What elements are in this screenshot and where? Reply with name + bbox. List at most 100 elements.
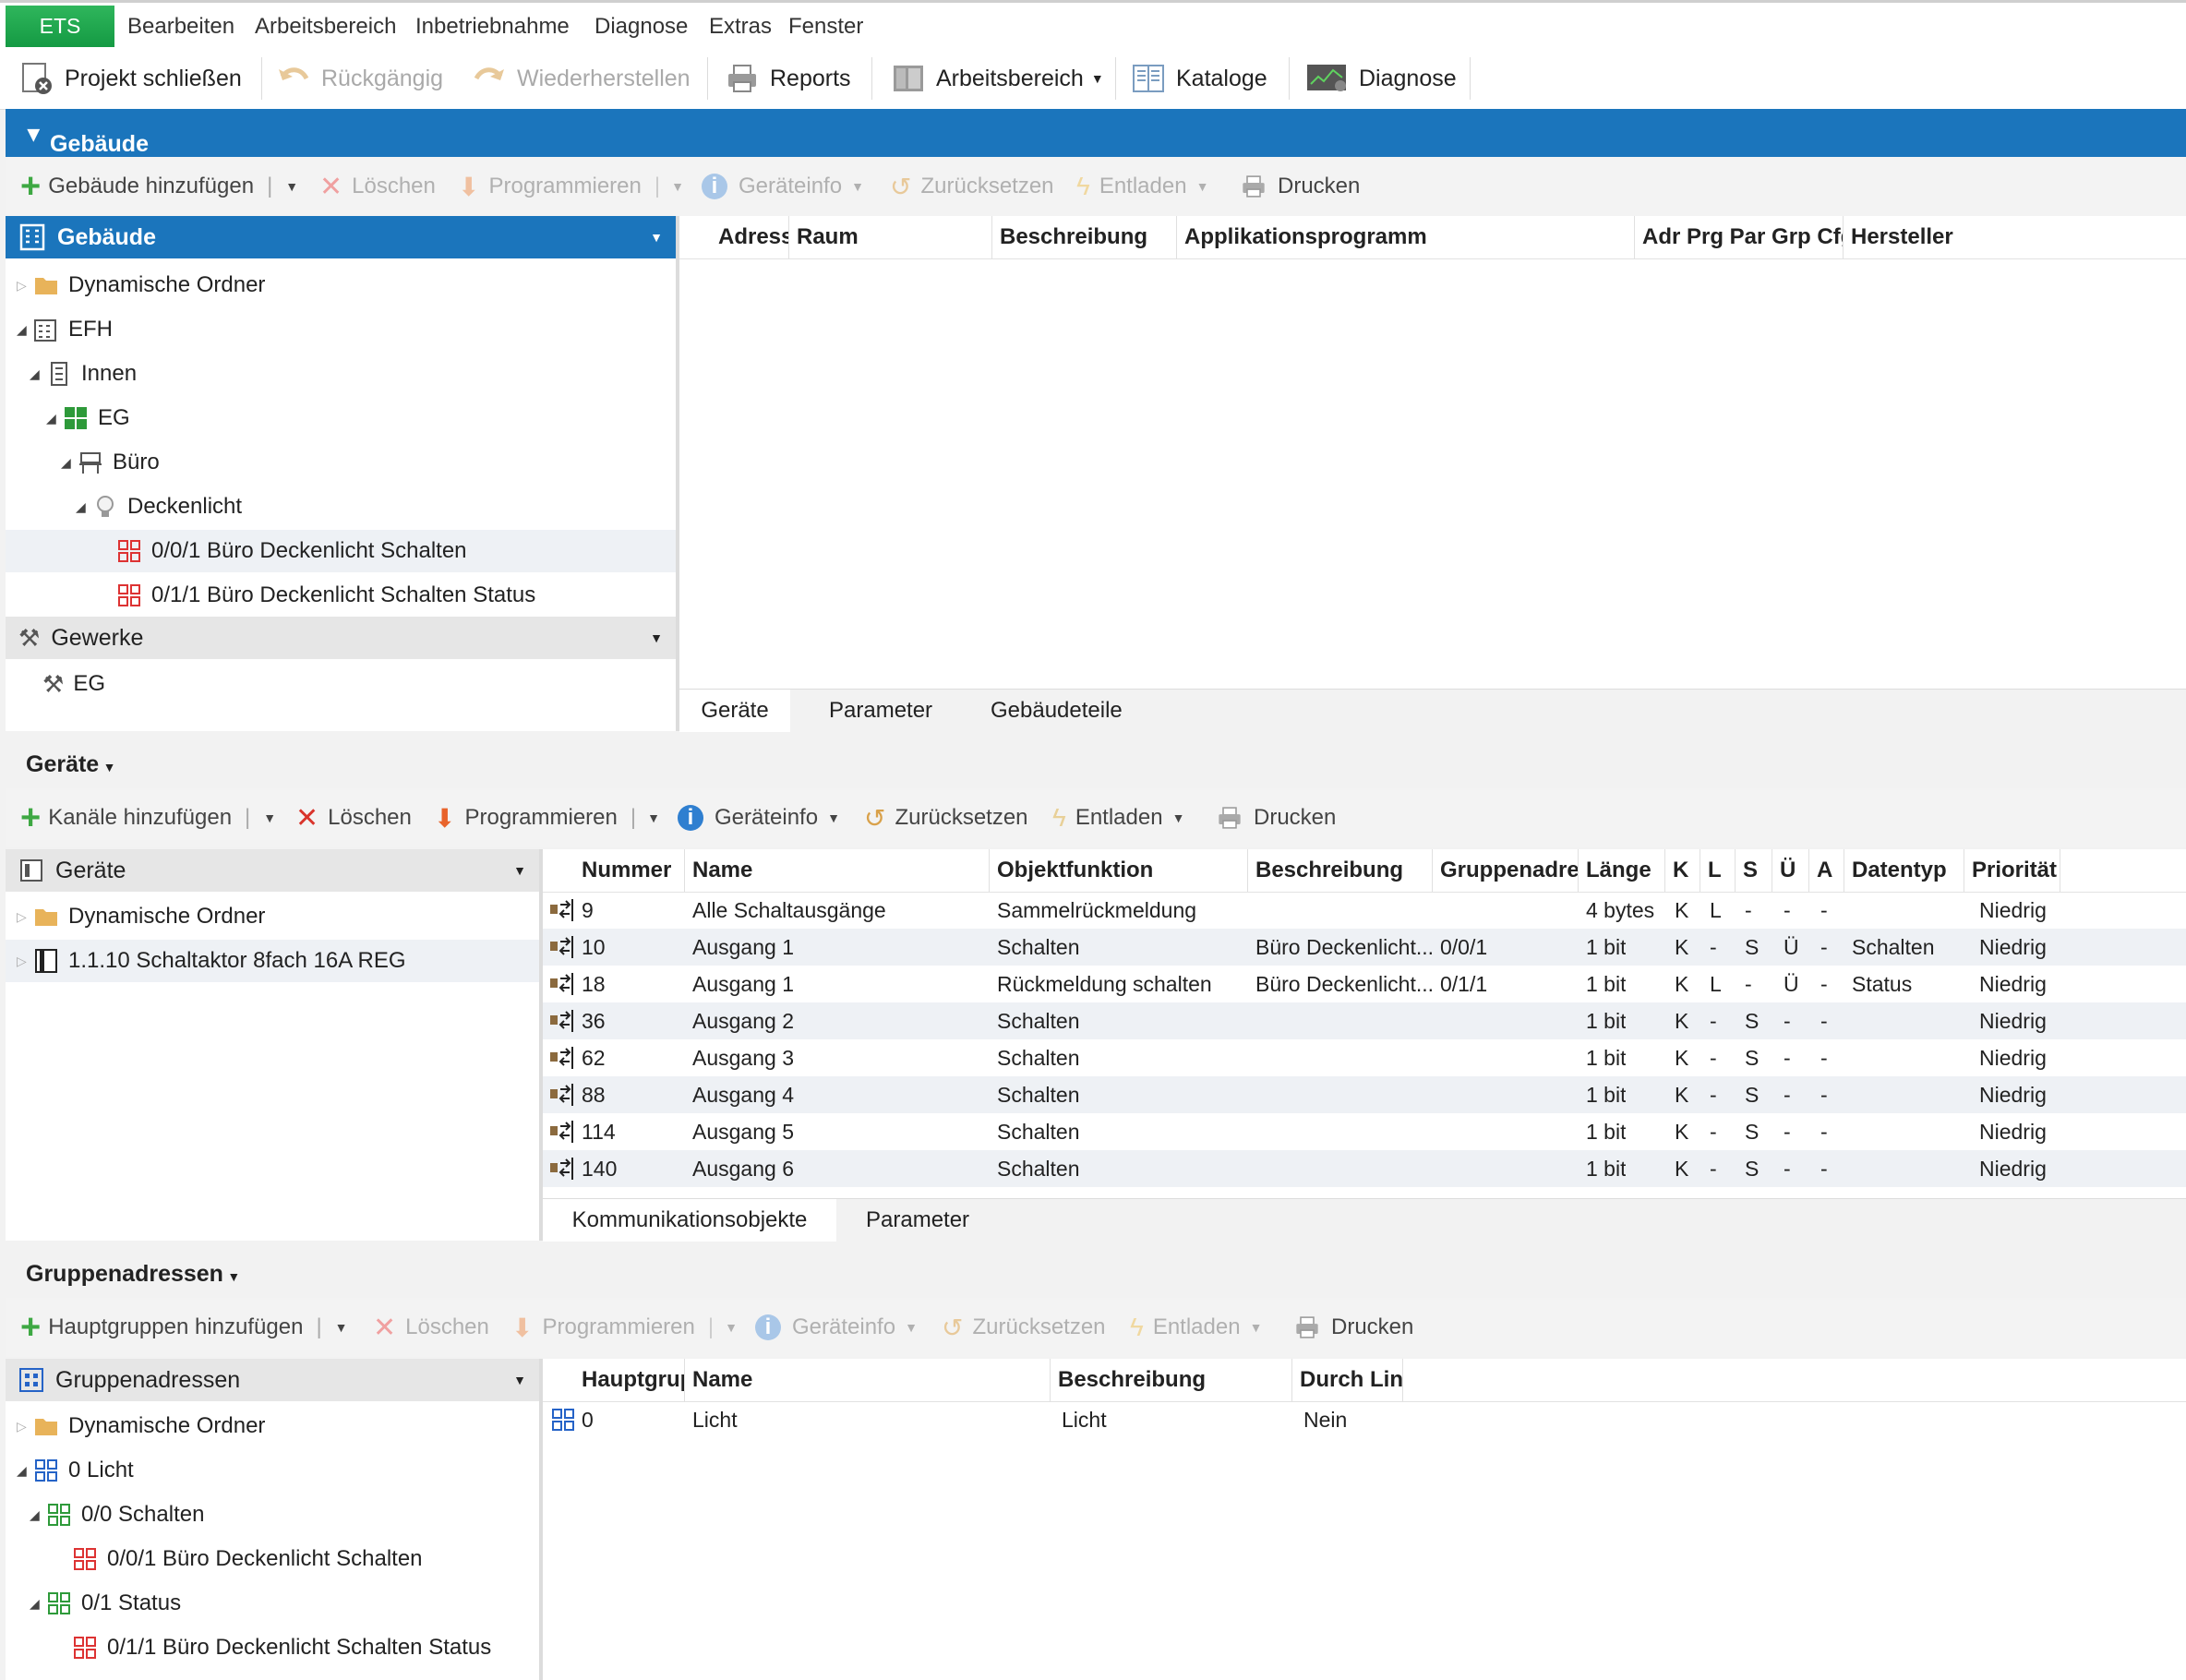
building-tree-header[interactable]: Gebäude ▼ <box>6 216 676 258</box>
column-header-number[interactable]: Nummer <box>574 849 685 892</box>
menu-extras[interactable]: Extras <box>709 14 772 40</box>
column-header-status-flags[interactable]: Adr Prg Par Grp Cfg <box>1635 216 1844 258</box>
tree-item-trade-eg[interactable]: ⚒ EG <box>42 663 105 705</box>
chevron-down-icon[interactable]: ▼ <box>650 630 663 645</box>
column-header-description[interactable]: Beschreibung <box>1051 1359 1292 1401</box>
menu-arbeitsbereich[interactable]: Arbeitsbereich <box>255 14 396 40</box>
program-button[interactable]: ⬇ Programmieren | ▼ <box>511 1298 738 1357</box>
print-button[interactable]: Drucken <box>1215 788 1336 847</box>
table-row[interactable]: 62 Ausgang 3 Schalten 1 bit K - S - - Niedrig <box>543 1039 2186 1076</box>
table-row[interactable]: 18 Ausgang 1 Rückmeldung schalten Büro Deck… <box>543 966 2186 1002</box>
column-header-room[interactable]: Raum <box>789 216 992 258</box>
add-channels-button[interactable]: + Kanäle hinzufügen | ▼ <box>20 788 276 847</box>
tree-item-device-1-1-10[interactable]: ▷ 1.1.10 Schaltaktor 8fach 16A REG <box>6 940 539 982</box>
column-header-flag-l[interactable]: L <box>1700 849 1736 892</box>
reports-button[interactable]: Reports <box>726 48 851 109</box>
tree-item-ga-001[interactable]: 0/0/1 Büro Deckenlicht Schalten <box>6 530 676 572</box>
add-main-groups-button[interactable]: + Hauptgruppen hinzufügen | ▼ <box>20 1298 348 1357</box>
catalogs-button[interactable]: Kataloge <box>1132 48 1267 109</box>
column-header-name[interactable]: Name <box>685 1359 1051 1401</box>
tree-item-efh[interactable]: ◢ EFH <box>17 308 113 351</box>
tree-item-dynamic-folders[interactable]: ▷ Dynamische Ordner <box>17 895 265 938</box>
column-header-datatype[interactable]: Datentyp <box>1844 849 1964 892</box>
chevron-down-icon[interactable]: ▼ <box>647 810 660 825</box>
unload-button[interactable]: ϟ Entladen ▼ <box>1076 157 1208 216</box>
delete-button[interactable]: ✕ Löschen <box>295 788 412 847</box>
chevron-down-icon[interactable]: ▼ <box>725 1320 738 1335</box>
column-header-description[interactable]: Beschreibung <box>992 216 1177 258</box>
column-header-main-group[interactable]: Hauptgruppe <box>574 1359 685 1401</box>
tree-item-ga-011[interactable]: 0/1/1 Büro Deckenlicht Schalten Status <box>72 1626 491 1669</box>
ga-section-title[interactable]: Gruppenadressen ▼ <box>26 1261 240 1288</box>
program-button[interactable]: ⬇ Programmieren | ▼ <box>458 157 684 216</box>
tab-building-parts[interactable]: Gebäudeteile <box>991 690 1123 732</box>
reset-button[interactable]: ↺ Zurücksetzen <box>942 1298 1106 1357</box>
reset-button[interactable]: ↺ Zurücksetzen <box>864 788 1028 847</box>
table-row[interactable]: 36 Ausgang 2 Schalten 1 bit K - S - - Niedrig <box>543 1002 2186 1039</box>
undo-button[interactable]: Rückgängig <box>277 48 443 109</box>
chevron-down-icon[interactable]: ▼ <box>263 810 276 825</box>
column-header-length[interactable]: Länge <box>1579 849 1665 892</box>
ga-tree-header[interactable]: Gruppenadressen ▼ <box>6 1359 539 1401</box>
delete-button[interactable]: ✕ Löschen <box>373 1298 489 1357</box>
tree-item-dynamic-folders[interactable]: ▷ Dynamische Ordner <box>17 264 265 306</box>
tree-item-middle-group-0-1[interactable]: ◢ 0/1 Status <box>30 1582 181 1625</box>
building-panel-header[interactable]: Gebäude ▾ <box>6 109 2186 157</box>
ets-menu-button[interactable]: ETS <box>6 6 114 47</box>
column-header-flag-s[interactable]: S <box>1736 849 1772 892</box>
device-info-button[interactable]: i Geräteinfo ▼ <box>702 157 864 216</box>
column-header-flag-k[interactable]: K <box>1665 849 1700 892</box>
table-row[interactable]: 0 Licht Licht Nein <box>543 1401 2186 1438</box>
workspace-button[interactable]: Arbeitsbereich ▼ <box>892 48 1104 109</box>
redo-button[interactable]: Wiederherstellen <box>473 48 691 109</box>
unload-button[interactable]: ϟ Entladen ▼ <box>1052 788 1184 847</box>
close-project-button[interactable]: Projekt schließen <box>20 48 242 109</box>
tree-item-main-group-0[interactable]: ◢ 0 Licht <box>17 1449 134 1492</box>
tree-item-buero[interactable]: ◢ Büro <box>61 441 160 484</box>
tab-parameter[interactable]: Parameter <box>829 690 932 732</box>
add-building-button[interactable]: + Gebäude hinzufügen | ▼ <box>20 157 298 216</box>
menu-diagnose[interactable]: Diagnose <box>595 14 688 40</box>
program-button[interactable]: ⬇ Programmieren | ▼ <box>434 788 660 847</box>
trades-header[interactable]: ⚒ Gewerke ▼ <box>6 617 676 659</box>
tree-item-ga-001[interactable]: 0/0/1 Büro Deckenlicht Schalten <box>72 1538 423 1580</box>
chevron-down-icon[interactable]: ▼ <box>671 179 684 194</box>
column-header-application[interactable]: Applikationsprogramm <box>1177 216 1635 258</box>
column-header-manufacturer[interactable]: Hersteller <box>1844 216 2186 258</box>
column-header-address[interactable]: Adresse <box>711 216 789 258</box>
menu-fenster[interactable]: Fenster <box>788 14 863 40</box>
chevron-down-icon[interactable]: ▼ <box>513 1373 526 1387</box>
column-header-pass-through-line[interactable]: Durch Linien <box>1292 1359 1403 1401</box>
tab-devices[interactable]: Geräte <box>679 690 790 732</box>
tree-item-ga-011[interactable]: 0/1/1 Büro Deckenlicht Schalten Status <box>116 574 535 617</box>
tree-item-dynamic-folders[interactable]: ▷ Dynamische Ordner <box>17 1405 265 1447</box>
column-header-group-address[interactable]: Gruppenadresse <box>1433 849 1579 892</box>
delete-button[interactable]: ✕ Löschen <box>319 157 436 216</box>
column-header-priority[interactable]: Priorität <box>1964 849 2060 892</box>
tree-item-innen[interactable]: ◢ Innen <box>30 353 137 395</box>
table-row[interactable]: 88 Ausgang 4 Schalten 1 bit K - S - - Niedrig <box>543 1076 2186 1113</box>
unload-button[interactable]: ϟ Entladen ▼ <box>1130 1298 1262 1357</box>
chevron-down-icon[interactable]: ▼ <box>335 1320 348 1335</box>
device-info-button[interactable]: i Geräteinfo ▼ <box>755 1298 918 1357</box>
table-row[interactable]: 9 Alle Schaltausgänge Sammelrückmeldung 4 b… <box>543 892 2186 929</box>
device-info-button[interactable]: i Geräteinfo ▼ <box>678 788 840 847</box>
reset-button[interactable]: ↺ Zurücksetzen <box>890 157 1054 216</box>
tab-parameter[interactable]: Parameter <box>866 1199 969 1242</box>
tab-communication-objects[interactable]: Kommunikationsobjekte <box>543 1199 836 1242</box>
devices-section-title[interactable]: Geräte ▼ <box>26 751 116 778</box>
tree-item-deckenlicht[interactable]: ◢ Deckenlicht <box>76 486 242 528</box>
menu-bearbeiten[interactable]: Bearbeiten <box>127 14 234 40</box>
print-button[interactable]: Drucken <box>1239 157 1360 216</box>
column-header-flag-a[interactable]: A <box>1809 849 1844 892</box>
diagnose-button[interactable]: Diagnose <box>1305 48 1457 109</box>
column-header-description[interactable]: Beschreibung <box>1248 849 1433 892</box>
chevron-down-icon[interactable]: ▼ <box>513 863 526 878</box>
menu-inbetriebnahme[interactable]: Inbetriebnahme <box>415 14 570 40</box>
column-header-flag-u[interactable]: Ü <box>1772 849 1809 892</box>
print-button[interactable]: Drucken <box>1292 1298 1413 1357</box>
table-row[interactable]: 114 Ausgang 5 Schalten 1 bit K - S - - Niedrig <box>543 1113 2186 1150</box>
chevron-down-icon[interactable]: ▼ <box>650 230 663 245</box>
table-row[interactable]: 140 Ausgang 6 Schalten 1 bit K - S - - Niedrig <box>543 1150 2186 1187</box>
chevron-down-icon[interactable]: ▼ <box>285 179 298 194</box>
